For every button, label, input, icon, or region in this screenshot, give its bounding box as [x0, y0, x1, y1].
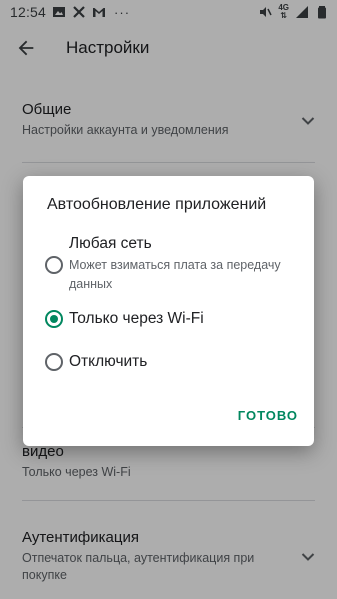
option-disable[interactable]: Отключить [45, 352, 300, 372]
option-any-network-text: Любая сеть Может взиматься плата за пере… [69, 234, 300, 294]
option-wifi-only[interactable]: Только через Wi-Fi [45, 309, 300, 329]
auto-update-dialog: Автообновление приложений Любая сеть Мож… [23, 176, 314, 446]
option-wifi-only-label: Только через Wi-Fi [69, 310, 204, 327]
option-disable-text: Отключить [69, 352, 147, 372]
option-any-network[interactable]: Любая сеть Может взиматься плата за пере… [45, 234, 300, 294]
dialog-title: Автообновление приложений [47, 196, 267, 213]
done-button[interactable]: ГОТОВО [238, 408, 298, 423]
option-any-network-description: Может взиматься плата за передачу данных [69, 258, 281, 291]
option-wifi-only-text: Только через Wi-Fi [69, 309, 204, 329]
radio-disable[interactable] [45, 353, 63, 371]
radio-any-network[interactable] [45, 256, 63, 274]
option-any-network-label: Любая сеть [69, 235, 152, 252]
radio-wifi-only[interactable] [45, 310, 63, 328]
option-disable-label: Отключить [69, 353, 148, 370]
